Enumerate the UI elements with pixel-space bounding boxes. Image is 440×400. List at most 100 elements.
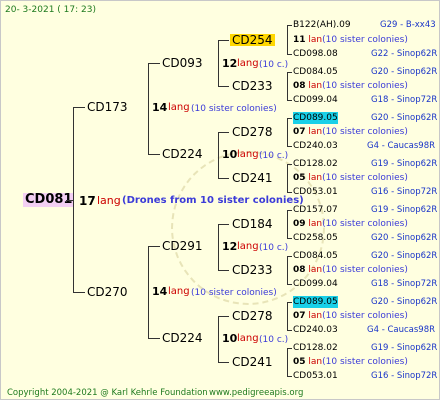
level3-lang: lan (308, 127, 323, 137)
connector-line (148, 63, 149, 154)
leaf-name[interactable]: CD084.05 (293, 66, 338, 78)
level2-lang: lang (237, 149, 259, 160)
leaf-name[interactable]: CD128.02 (293, 158, 338, 170)
level1-node[interactable]: CD173 (87, 101, 128, 113)
level3-count-row: 09 lan(10 sister colonies) (293, 218, 408, 230)
connector-line (218, 224, 219, 270)
pedigree-diagram: 20- 3-2021 ( 17: 23) CD081 17 lang (Dron… (0, 0, 440, 400)
connector-line (148, 246, 160, 247)
connector-line (287, 238, 292, 239)
connector-line (148, 246, 149, 338)
connector-line (287, 118, 292, 119)
connector-line (287, 302, 292, 303)
connector-line (218, 86, 229, 87)
site-link[interactable]: www.pedigreeapis.org (209, 387, 303, 399)
level2-lang: lang (237, 333, 259, 344)
level3-node[interactable]: CD241 (232, 172, 273, 184)
level1-note: (10 sister colonies) (191, 104, 277, 114)
level2-node[interactable]: CD224 (162, 148, 203, 160)
leaf-name[interactable]: CD053.01 (293, 186, 338, 198)
level2-node[interactable]: CD224 (162, 332, 203, 344)
connector-line (218, 224, 229, 225)
level1-num: 14 (152, 101, 168, 114)
leaf-name[interactable]: CD084.05 (293, 250, 338, 262)
level3-count-row: 05 lan(10 sister colonies) (293, 172, 408, 184)
level3-node[interactable]: CD278 (232, 310, 273, 322)
connector-line (218, 132, 219, 178)
level2-note: (10 c.) (259, 151, 289, 161)
connector-line (287, 100, 292, 101)
connector-line (218, 132, 229, 133)
connector-line (287, 376, 292, 377)
leaf-name[interactable]: B122(AH).09 (293, 19, 351, 31)
leaf-code: G19 - Sinop62R (371, 205, 438, 215)
level3-node[interactable]: CD254 (230, 34, 275, 46)
connector-line (287, 72, 292, 73)
leaf-code: G4 - Caucas98R (367, 141, 436, 151)
connector-line (218, 40, 219, 86)
level3-note: (10 sister colonies) (322, 219, 408, 229)
root-note: (Drones from 10 sister colonies) (122, 195, 304, 206)
connector-line (218, 270, 229, 271)
level3-node[interactable]: CD241 (232, 356, 273, 368)
level1-node[interactable]: CD270 (87, 286, 128, 298)
leaf-code: G18 - Sinop72R (371, 279, 438, 289)
level3-num: 05 (293, 357, 306, 367)
connector-line (218, 316, 219, 362)
level3-lang: lan (308, 173, 323, 183)
leaf-name[interactable]: CD098.08 (293, 48, 338, 60)
leaf-name[interactable]: CD053.01 (293, 370, 338, 382)
level3-num: 08 (293, 81, 306, 91)
connector-line (218, 40, 229, 41)
copyright-text: Copyright 2004-2021 @ Karl Kehrle Founda… (7, 388, 208, 398)
leaf-name[interactable]: CD240.03 (293, 140, 338, 152)
connector-line (148, 154, 160, 155)
level3-node[interactable]: CD233 (232, 80, 273, 92)
level3-node[interactable]: CD278 (232, 126, 273, 138)
level3-node[interactable]: CD233 (232, 264, 273, 276)
level3-note: (10 sister colonies) (322, 35, 408, 45)
leaf-code: G20 - Sinop62R (371, 67, 438, 77)
leaf-name[interactable]: CD099.04 (293, 94, 338, 106)
leaf-code: G20 - Sinop62R (371, 251, 438, 261)
level2-node[interactable]: CD093 (162, 57, 203, 69)
connector-line (73, 292, 85, 293)
leaf-name[interactable]: CD128.02 (293, 342, 338, 354)
connector-line (287, 210, 288, 238)
leaf-code: G20 - Sinop62R (371, 113, 438, 123)
connector-line (218, 178, 229, 179)
leaf-name[interactable]: CD099.04 (293, 278, 338, 290)
leaf-code: G20 - Sinop62R (371, 233, 438, 243)
connector-line (287, 256, 292, 257)
connector-line (287, 54, 292, 55)
connector-line (148, 338, 160, 339)
level3-count-row: 08 lan(10 sister colonies) (293, 80, 408, 92)
connector-line (218, 316, 229, 317)
connector-line (287, 302, 288, 330)
level2-lang: lang (237, 58, 259, 69)
level3-num: 05 (293, 173, 306, 183)
connector-line (73, 107, 74, 293)
leaf-name[interactable]: CD240.03 (293, 324, 338, 336)
level1-num: 14 (152, 285, 168, 298)
leaf-name[interactable]: CD089.05 (293, 112, 338, 124)
level2-note: (10 c.) (259, 335, 289, 345)
level2-num: 12 (222, 57, 238, 70)
level3-node[interactable]: CD184 (232, 218, 273, 230)
connector-line (287, 164, 288, 192)
root-gen-num: 17 (79, 194, 96, 208)
leaf-name[interactable]: CD157.07 (293, 204, 338, 216)
level3-lang: lan (308, 35, 323, 45)
level2-lang: lang (237, 241, 259, 252)
connector-line (287, 284, 292, 285)
level3-count-row: 05 lan(10 sister colonies) (293, 356, 408, 368)
level2-num: 12 (222, 240, 238, 253)
leaf-code: G29 - B-xx43 (380, 20, 436, 30)
connector-line (287, 164, 292, 165)
level3-num: 07 (293, 311, 306, 321)
leaf-name[interactable]: CD258.05 (293, 232, 338, 244)
leaf-name[interactable]: CD089.05 (293, 296, 338, 308)
connector-line (287, 348, 292, 349)
level2-node[interactable]: CD291 (162, 240, 203, 252)
level3-lang: lan (308, 265, 323, 275)
